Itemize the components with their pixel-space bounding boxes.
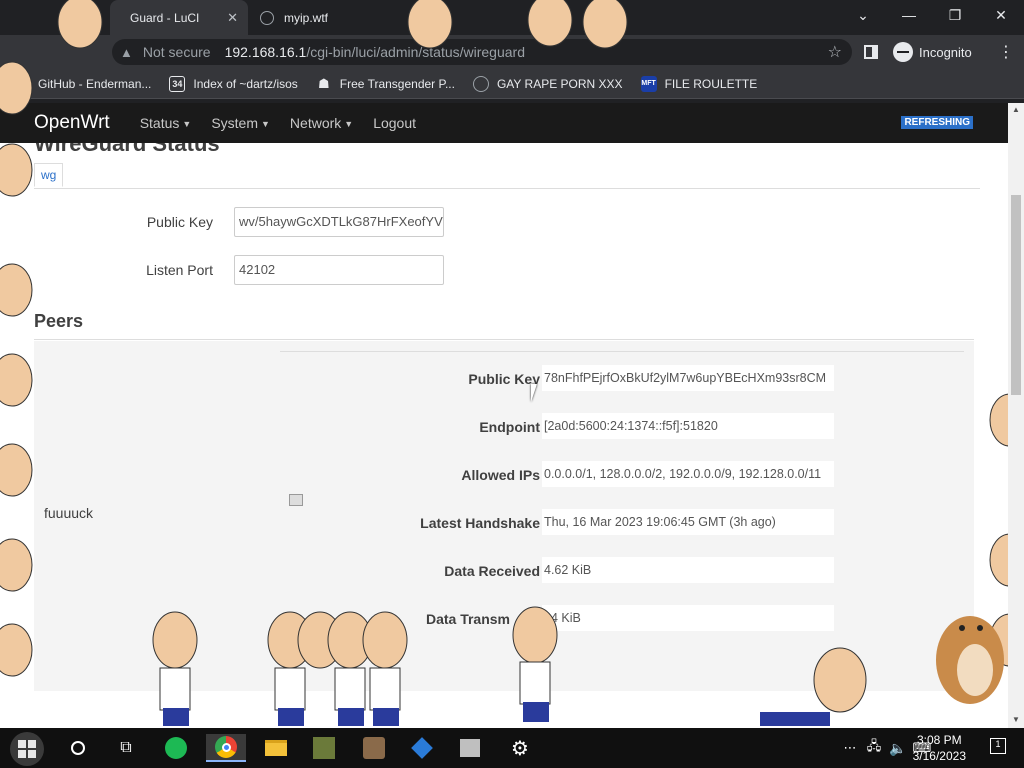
openwrt-navbar: OpenWrt Status ▼ System ▼ Network ▼ Logout … <box>0 103 1008 143</box>
web-page: WireGuard Status OpenWrt Status ▼ System ▼… <box>0 103 1008 728</box>
nav-status[interactable]: Status ▼ <box>140 115 192 131</box>
tab-luci[interactable]: Guard - LuCI ✕ <box>110 0 248 35</box>
task-view-icon[interactable]: ⧉ <box>112 734 140 762</box>
peer-card: fuuuuck Public Key 78nFhfPEjrfOxBkUf2ylM… <box>34 341 974 691</box>
tab-wg[interactable]: wg <box>34 163 64 187</box>
security-warning-icon[interactable]: ▲ <box>120 45 133 60</box>
peer-data-received-label: Data Received <box>444 563 540 579</box>
tab-search-chevron-icon[interactable]: ⌄ <box>840 0 886 30</box>
start-button[interactable] <box>10 732 44 766</box>
nav-network[interactable]: Network ▼ <box>290 115 353 131</box>
clock-date: 3/16/2023 <box>912 749 966 763</box>
bookmark-file-roulette[interactable]: MFT FILE ROULETTE <box>640 75 758 92</box>
app-icon-photo[interactable] <box>360 734 388 762</box>
bookmark-label: FILE ROULETTE <box>664 76 758 91</box>
interface-tabs: wg <box>34 163 980 189</box>
bookmark-gay-rape-porn-xxx[interactable]: GAY RAPE PORN XXX <box>472 75 623 92</box>
peer-latest-handshake-value: Thu, 16 Mar 2023 19:06:45 GMT (3h ago) <box>542 509 834 535</box>
nav-system[interactable]: System ▼ <box>211 115 270 131</box>
chrome-icon[interactable] <box>206 734 246 762</box>
scroll-down-icon[interactable]: ▼ <box>1012 715 1020 724</box>
bookmark-label: Free Transgender P... <box>339 76 455 91</box>
peer-endpoint-value: [2a0d:5600:24:1374::f5f]:51820 <box>542 413 834 439</box>
system-clock[interactable]: 3:08 PM 3/16/2023 <box>913 732 966 764</box>
caret-down-icon: ▼ <box>261 119 270 130</box>
github-icon: ● <box>14 75 30 92</box>
incognito-indicator[interactable]: Incognito <box>893 35 972 69</box>
browser-chrome: Guard - LuCI ✕ myip.wtf ⌄ — ❐ ✕ ▲ Not se… <box>0 0 1024 103</box>
minimize-button[interactable]: — <box>886 0 932 30</box>
nav-label: System <box>211 115 258 131</box>
address-bar[interactable]: ▲ Not secure 192.168.16.1 /cgi-bin/luci/… <box>112 39 852 65</box>
app-icon-package[interactable] <box>456 734 484 762</box>
globe-icon <box>472 75 489 92</box>
clock-time: 3:08 PM <box>916 733 962 747</box>
restore-button[interactable]: ❐ <box>932 0 978 30</box>
peer-data-received-value: 4.62 KiB <box>542 557 834 583</box>
bookmark-index-isos[interactable]: 34 Index of ~dartz/isos <box>169 75 298 92</box>
divider <box>280 351 964 352</box>
scroll-up-icon[interactable]: ▲ <box>1012 105 1020 114</box>
bookmark-label: GitHub - Enderman... <box>38 76 152 91</box>
peer-public-key-value: 78nFhfPEjrfOxBkUf2ylM7w6upYBEcHXm93sr8CM <box>542 365 834 391</box>
browser-menu-icon[interactable]: ⋮ <box>998 35 1014 69</box>
listen-port-field[interactable]: 42102 <box>234 255 444 285</box>
globe-icon <box>260 10 274 25</box>
search-icon[interactable] <box>64 734 92 762</box>
side-panel-icon[interactable] <box>864 35 878 69</box>
mask-icon: ☗ <box>317 75 330 91</box>
scrollbar-thumb[interactable] <box>1011 195 1021 395</box>
site-34-icon: 34 <box>169 75 186 92</box>
peer-public-key-label: Public Key <box>468 371 540 387</box>
bookmark-github[interactable]: ● GitHub - Enderman... <box>14 75 152 92</box>
close-window-button[interactable]: ✕ <box>978 0 1024 30</box>
caret-down-icon: ▼ <box>182 119 192 130</box>
peer-latest-handshake-label: Latest Handshake <box>420 515 540 531</box>
refresh-badge[interactable]: REFRESHING <box>901 116 973 129</box>
peer-data-transmitted-value: 44 KiB <box>542 605 834 631</box>
bookmarks-bar: ● GitHub - Enderman... 34 Index of ~dart… <box>0 69 1024 99</box>
nav-label: Network <box>289 115 342 131</box>
public-key-field[interactable]: wv/5haywGcXDTLkG87HrFXeofYV <box>234 207 444 237</box>
nav-label: Status <box>139 115 180 131</box>
page-scrollbar[interactable]: ▲ ▼ <box>1008 103 1024 728</box>
bookmark-label: GAY RAPE PORN XXX <box>496 76 623 91</box>
peer-data-transmitted-label: Data Transm <box>425 611 510 627</box>
tab-myip[interactable]: myip.wtf <box>252 0 402 35</box>
caret-down-icon: ▼ <box>344 119 354 130</box>
notification-center-icon[interactable]: 1 <box>990 738 1006 754</box>
nav-logout[interactable]: Logout <box>373 115 416 131</box>
peers-heading: Peers <box>34 311 84 331</box>
peer-name: fuuuuck <box>44 505 94 521</box>
bookmark-label: Index of ~dartz/isos <box>193 76 298 91</box>
peer-details-icon[interactable] <box>289 494 303 506</box>
app-icon-network[interactable] <box>408 734 436 762</box>
tab-title: myip.wtf <box>284 10 329 25</box>
url-host: 192.168.16.1 <box>224 44 307 60</box>
mouse-cursor <box>531 384 543 402</box>
listen-port-label: Listen Port <box>146 262 213 278</box>
app-icon-game[interactable] <box>310 734 338 762</box>
bookmark-star-icon[interactable]: ☆ <box>828 42 842 62</box>
bookmark-free-p[interactable]: ☗ Free Transgender P... <box>316 76 455 92</box>
public-key-label: Public Key <box>146 214 213 230</box>
peer-endpoint-label: Endpoint <box>479 419 540 435</box>
divider <box>34 339 974 340</box>
incognito-label: Incognito <box>919 44 972 60</box>
tab-title: Guard - LuCI <box>130 10 200 25</box>
spotify-icon[interactable] <box>162 734 190 762</box>
windows-taskbar: ⧉ ⚙ ⋯ 🖧 🔈 ⌨ 3:08 PM 3/16/2023 1 <box>0 728 1024 768</box>
url-path: /cgi-bin/luci/admin/status/wireguard <box>306 44 525 60</box>
security-label: Not secure <box>142 44 211 60</box>
mft-icon: MFT <box>640 75 657 92</box>
file-explorer-icon[interactable] <box>262 734 290 762</box>
tab-strip: Guard - LuCI ✕ myip.wtf ⌄ — ❐ ✕ <box>0 0 1024 35</box>
incognito-icon <box>893 42 913 62</box>
peer-allowed-ips-label: Allowed IPs <box>461 467 540 483</box>
settings-gear-icon[interactable]: ⚙ <box>506 734 534 762</box>
peer-allowed-ips-value: 0.0.0.0/1, 128.0.0.0/2, 192.0.0.0/9, 192… <box>542 461 834 487</box>
close-tab-icon[interactable]: ✕ <box>227 10 238 26</box>
brand-logo[interactable]: OpenWrt <box>34 112 110 134</box>
windows-logo-icon <box>18 740 36 758</box>
